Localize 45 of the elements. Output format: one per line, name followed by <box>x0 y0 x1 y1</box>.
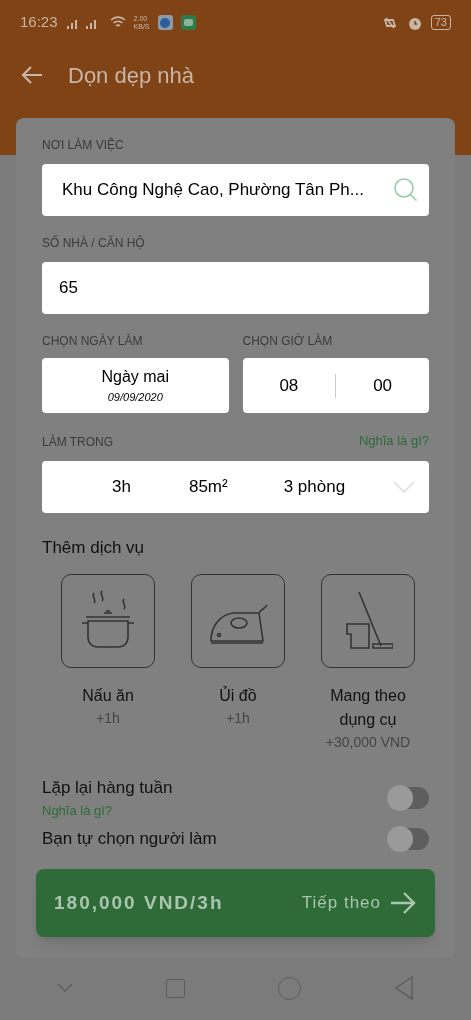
option-label: Lặp lại hàng tuần <box>42 777 173 799</box>
duration-hours: 3h <box>112 475 131 498</box>
field-label: SỐ NHÀ / CĂN HỘ <box>42 234 146 252</box>
hour-value: 08 <box>278 374 300 397</box>
messenger-icon <box>157 15 173 30</box>
chat-icon <box>180 15 196 30</box>
time-picker[interactable]: 08 00 <box>242 358 429 413</box>
service-extra: +1h <box>226 709 250 728</box>
date-picker[interactable]: Ngày mai 09/09/2020 <box>42 358 229 413</box>
service-extra: +30,000 VND <box>325 733 411 752</box>
search-icon[interactable] <box>393 177 419 203</box>
chevron-down-icon[interactable] <box>56 983 73 993</box>
toggle-switch[interactable] <box>387 827 429 850</box>
option-label: Bạn tự chọn người làm <box>42 828 217 850</box>
page-title: Dọn dẹp nhà <box>68 61 194 90</box>
chevron-down-icon <box>393 480 415 493</box>
duration-dropdown[interactable]: 3h 85m² 3 phòng <box>42 460 429 513</box>
back-triangle-icon[interactable] <box>394 976 415 1000</box>
service-option[interactable] <box>61 574 155 668</box>
date-value: 09/09/2020 <box>107 390 163 406</box>
recents-button[interactable] <box>165 978 185 998</box>
service-option[interactable] <box>191 574 285 668</box>
service-name: Ủi đồ <box>218 685 258 706</box>
service-name: Mang theo dụng cụ <box>329 686 407 730</box>
section-title: Thêm dịch vụ <box>42 536 146 559</box>
service-extra: +1h <box>96 709 120 728</box>
location-field[interactable]: Khu Công Nghệ Cao, Phường Tân Ph... <box>42 164 429 216</box>
back-arrow-icon[interactable] <box>20 65 44 85</box>
date-day: Ngày mai <box>101 365 170 390</box>
battery-indicator: 73 <box>430 15 451 30</box>
wifi-icon <box>109 16 126 29</box>
field-label: LÀM TRONG <box>42 433 114 451</box>
field-label: CHỌN NGÀY LÀM <box>42 332 144 350</box>
service-name: Nấu ăn <box>81 686 135 706</box>
field-label: NƠI LÀM VIỆC <box>42 136 125 154</box>
minute-value: 00 <box>372 374 394 397</box>
mop-bucket-icon <box>343 590 393 652</box>
status-time: 16:23 <box>20 12 58 33</box>
area-value: 85m² <box>188 475 228 498</box>
arrow-right-icon <box>389 891 417 915</box>
room-count: 3 phòng <box>283 475 346 498</box>
toggle-switch[interactable] <box>387 786 429 809</box>
field-label: CHỌN GIỜ LÀM <box>242 332 334 350</box>
apartment-field[interactable]: 65 <box>42 262 429 314</box>
service-option[interactable] <box>321 574 415 668</box>
